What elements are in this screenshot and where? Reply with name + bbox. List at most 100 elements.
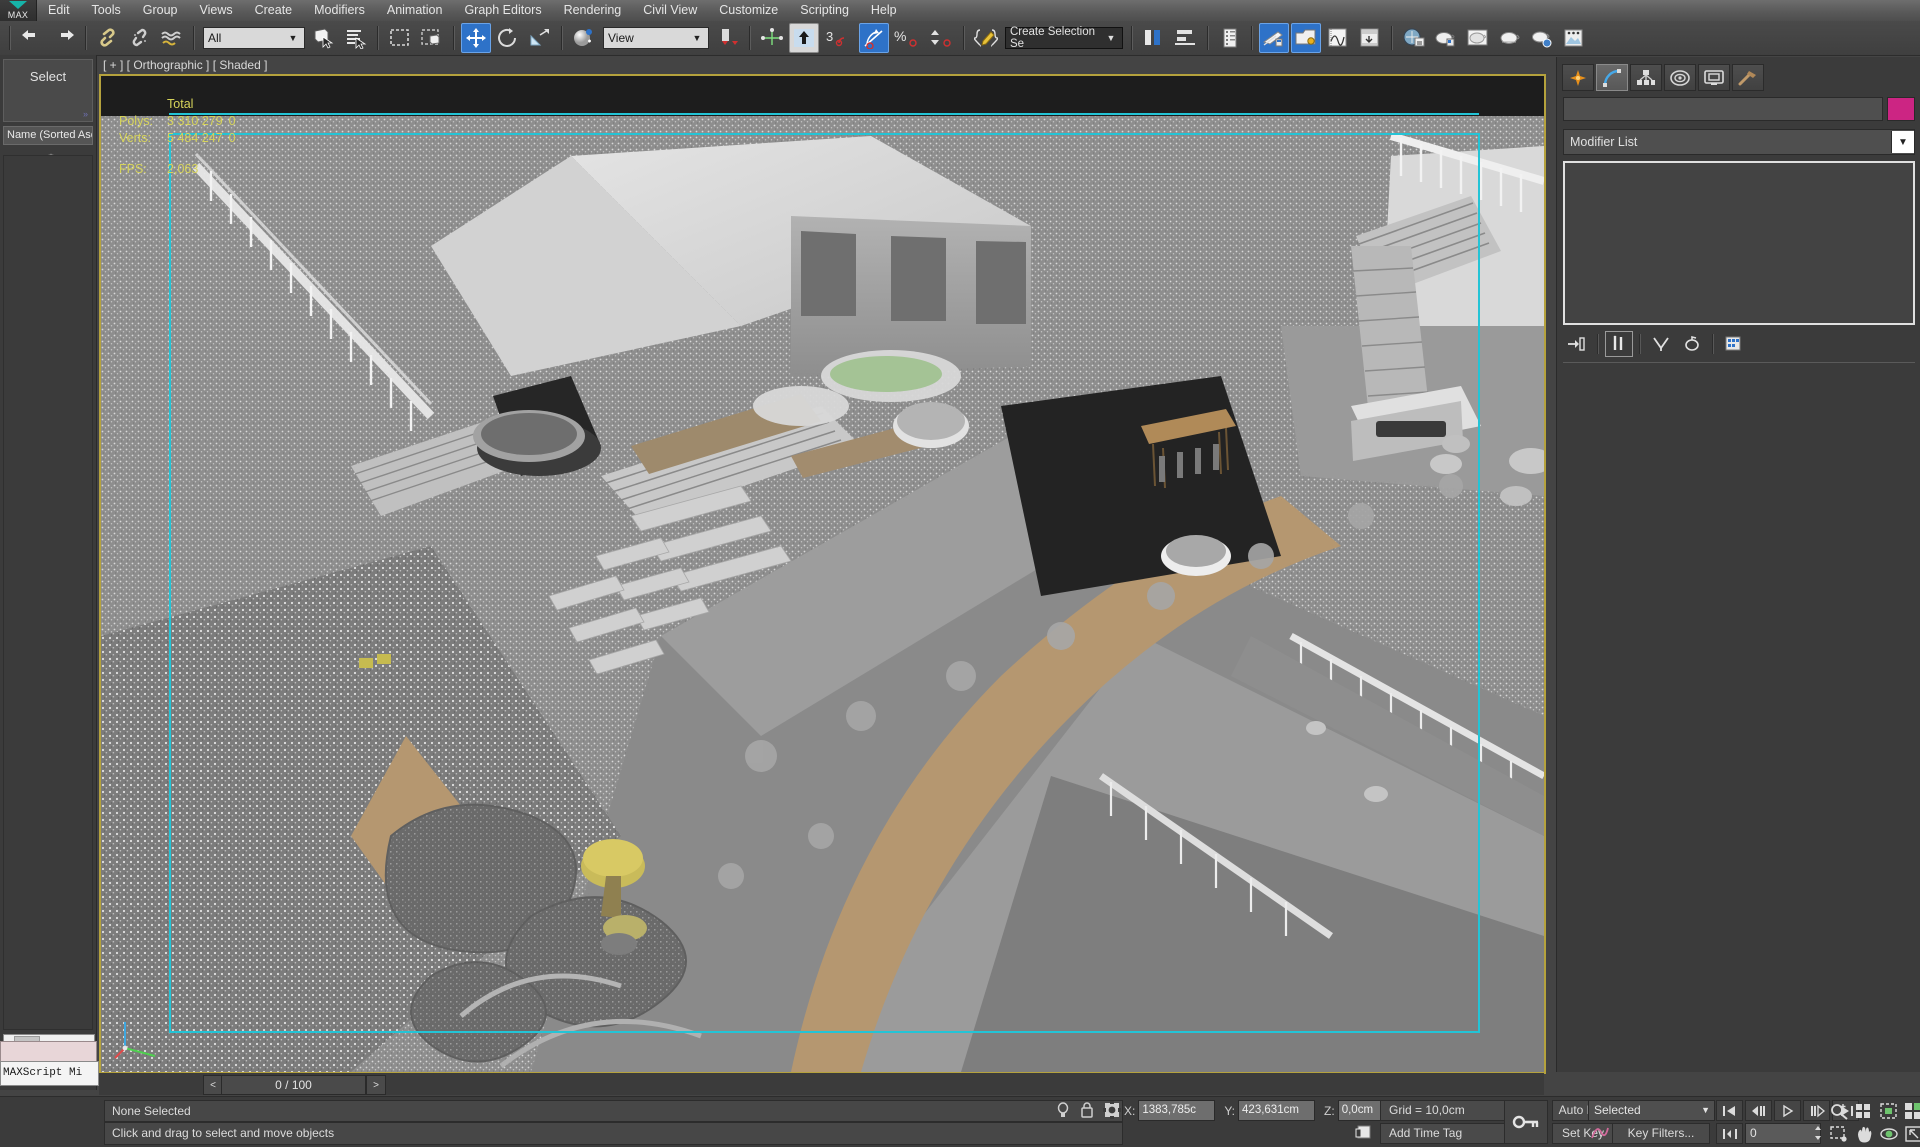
snaps-toggle-icon[interactable] [789,23,819,53]
expand-chevron-icon[interactable]: » [83,109,88,119]
modifier-stack-list[interactable] [1563,161,1915,325]
undo-icon[interactable] [17,23,47,53]
menu-item-edit[interactable]: Edit [37,0,81,21]
previous-frame-button[interactable] [1745,1100,1772,1121]
next-frame-button[interactable]: > [366,1075,386,1095]
chevron-down-icon[interactable]: ▼ [1701,1101,1710,1120]
next-frame-button[interactable] [1803,1100,1830,1121]
render-iterative-icon[interactable] [1527,23,1557,53]
angle-snap-icon[interactable] [859,23,889,53]
select-and-manipulate-icon[interactable] [757,23,787,53]
render-in-cloud-icon[interactable] [1559,23,1589,53]
previous-frame-button[interactable]: < [203,1075,223,1095]
make-unique-icon[interactable] [1647,331,1675,357]
menu-item-rendering[interactable]: Rendering [553,0,633,21]
zoom-extents-all-icon[interactable] [1903,1100,1920,1121]
selection-filter-dropdown[interactable]: All ▼ [203,27,305,49]
pan-view-icon[interactable] [1853,1123,1875,1144]
create-tab[interactable] [1562,64,1594,91]
select-by-name-icon[interactable] [341,23,371,53]
scene-explorer-list[interactable] [3,155,93,1030]
layer-manager-icon[interactable] [1215,23,1245,53]
maxscript-mini-output[interactable] [0,1041,97,1063]
curve-graph-icon[interactable] [1323,23,1353,53]
rectangular-selection-region-icon[interactable] [385,23,415,53]
maxscript-mini-listener[interactable]: MAXScript Mi [0,1061,99,1086]
zoom-viewport-icon[interactable] [1828,1100,1850,1121]
remove-modifier-icon[interactable] [1678,331,1706,357]
scene-explorer-sort-header[interactable]: Name (Sorted Asc [3,126,93,145]
pin-stack-icon[interactable] [1563,331,1591,357]
named-selection-set-dropdown[interactable]: Create Selection Se ▼ [1005,26,1123,50]
use-pivot-point-center-icon[interactable] [713,23,743,53]
spinner-arrows-icon[interactable] [1812,1124,1824,1142]
time-tag-icon[interactable] [1355,1123,1373,1141]
curve-editor-icon[interactable] [1259,23,1289,53]
window-crossing-toggle-icon[interactable] [417,23,447,53]
viewport-label[interactable]: [ + ] [ Orthographic ] [ Shaded ] [103,57,267,74]
menu-item-group[interactable]: Group [132,0,189,21]
percent-snap-toggle-icon[interactable]: % [891,23,923,53]
coordinate-x-value[interactable]: 1383,785c [1138,1100,1216,1121]
menu-item-views[interactable]: Views [188,0,243,21]
coordinate-y[interactable]: Y: 423,631cm [1218,1100,1316,1121]
key-mode-dropdown[interactable]: Selected ▼ [1588,1100,1715,1121]
render-setup-icon[interactable] [1431,23,1461,53]
material-editor-icon[interactable] [1399,23,1429,53]
orthographic-viewport[interactable]: Total Polys: 3 310 279 0 Verts: 5 484 24… [99,74,1546,1074]
chevron-down-icon[interactable]: ▼ [1891,131,1914,153]
schematic-view-icon[interactable] [1291,23,1321,53]
selection-lock-icon[interactable] [1079,1101,1095,1119]
region-zoom-icon[interactable] [1828,1123,1850,1144]
coordinate-y-value[interactable]: 423,631cm [1238,1100,1316,1121]
display-tab[interactable] [1698,64,1730,91]
modifier-list-dropdown[interactable]: Modifier List ▼ [1563,129,1915,155]
reference-coordinate-icon[interactable] [569,23,599,53]
redo-icon[interactable] [49,23,79,53]
menu-item-help[interactable]: Help [860,0,908,21]
rendered-frame-window-icon[interactable] [1463,23,1493,53]
align-icon[interactable] [1171,23,1201,53]
play-animation-button[interactable] [1774,1100,1801,1121]
select-and-scale-icon[interactable] [525,23,555,53]
spinner-snap-toggle-icon[interactable] [925,23,957,53]
unlink-selection-icon[interactable] [125,23,155,53]
object-color-swatch[interactable] [1887,97,1915,121]
bind-to-space-warp-icon[interactable] [157,23,187,53]
app-logo-button[interactable]: MAX [0,0,37,21]
isolate-selection-icon[interactable] [1055,1101,1071,1119]
maximize-viewport-toggle-icon[interactable] [1903,1123,1920,1144]
reference-coordinate-system-dropdown[interactable]: View ▼ [603,27,709,49]
menu-item-animation[interactable]: Animation [376,0,454,21]
select-object-icon[interactable] [309,23,339,53]
select-and-link-icon[interactable] [93,23,123,53]
orbit-view-icon[interactable] [1878,1123,1900,1144]
set-key-toggle-button[interactable] [1504,1100,1548,1144]
key-filters-button[interactable]: Key Filters... [1612,1123,1710,1144]
snapshot-icon[interactable] [1355,23,1385,53]
zoom-all-icon[interactable] [1853,1100,1875,1121]
render-production-icon[interactable] [1495,23,1525,53]
add-time-tag-button[interactable]: Add Time Tag [1380,1123,1510,1144]
time-slider-handle[interactable]: 0 / 100 [221,1075,366,1095]
select-and-move-icon[interactable] [461,23,491,53]
menu-item-customize[interactable]: Customize [708,0,789,21]
motion-tab[interactable] [1664,64,1696,91]
mirror-icon[interactable] [1139,23,1169,53]
current-frame-spinner[interactable]: 0 [1745,1123,1821,1144]
utilities-tab[interactable] [1732,64,1764,91]
coordinate-x[interactable]: X: 1383,785c [1118,1100,1216,1121]
menu-item-tools[interactable]: Tools [81,0,132,21]
angle-snap-toggle-icon[interactable]: 3 [821,23,857,53]
menu-item-create[interactable]: Create [244,0,304,21]
key-mode-toggle-button[interactable] [1716,1123,1743,1144]
zoom-extents-icon[interactable] [1878,1100,1900,1121]
configure-modifier-sets-icon[interactable] [1720,331,1748,357]
object-name-field[interactable] [1563,97,1883,121]
menu-item-scripting[interactable]: Scripting [789,0,860,21]
show-end-result-icon[interactable] [1605,331,1633,357]
key-curve-icon[interactable] [1590,1124,1610,1142]
select-and-rotate-icon[interactable] [493,23,523,53]
menu-item-modifiers[interactable]: Modifiers [303,0,376,21]
menu-item-graph-editors[interactable]: Graph Editors [453,0,552,21]
